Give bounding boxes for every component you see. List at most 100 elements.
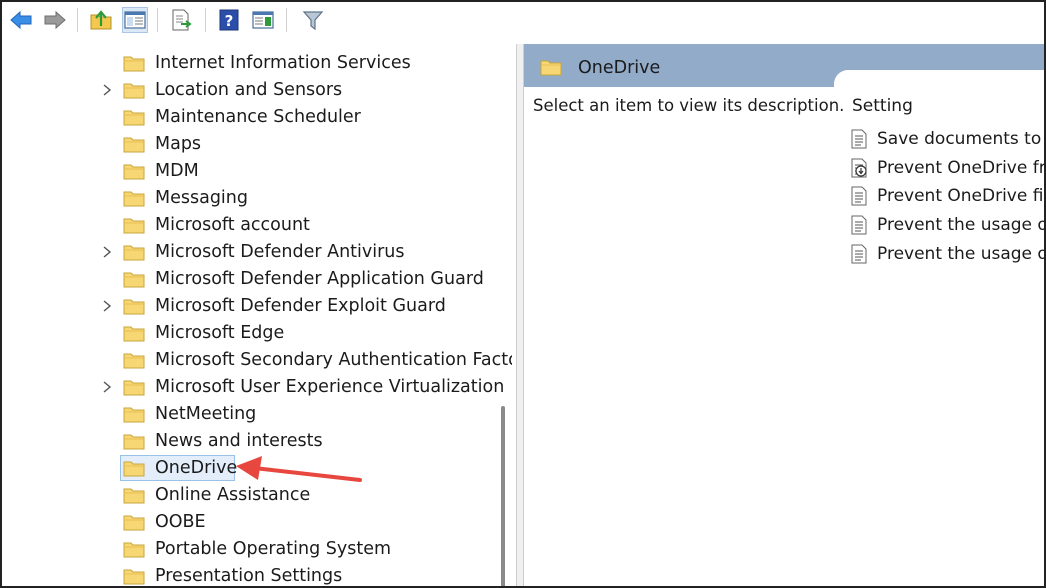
tree-item-label: Location and Sensors: [155, 80, 343, 100]
setting-label: Prevent OneDrive from generating network…: [877, 157, 1046, 178]
setting-row[interactable]: Prevent the usage of OneDrive for file s…: [850, 212, 1044, 238]
details-pane: OneDrive Select an item to view its desc…: [524, 44, 1046, 586]
back-button[interactable]: [8, 7, 34, 33]
setting-row[interactable]: Prevent OneDrive files from syncing over…: [850, 183, 1044, 209]
tree-item[interactable]: MDM: [2, 158, 492, 185]
forward-button[interactable]: [42, 7, 68, 33]
tree-item[interactable]: NetMeeting: [2, 401, 492, 428]
tree-item-label: Microsoft Secondary Authentication Facto…: [155, 350, 512, 370]
export-list-icon: [172, 9, 192, 31]
folder-icon: [123, 164, 145, 180]
help-button[interactable]: ?: [216, 7, 242, 33]
tree-item-label: Microsoft Edge: [155, 323, 285, 343]
tree-item[interactable]: Microsoft Defender Exploit Guard: [2, 293, 492, 320]
tree-item-label: Maintenance Scheduler: [155, 107, 361, 127]
policy-document-icon: [851, 215, 867, 235]
folder-icon: [123, 461, 145, 477]
folder-icon: [123, 407, 145, 423]
tree-item[interactable]: Location and Sensors: [2, 77, 492, 104]
tree-item[interactable]: Messaging: [2, 185, 492, 212]
chevron-right-icon[interactable]: [100, 380, 114, 394]
chevron-right-icon[interactable]: [100, 299, 114, 313]
folder-up-icon: [90, 10, 112, 30]
tree-item[interactable]: Microsoft Defender Application Guard: [2, 266, 492, 293]
folder-icon: [123, 110, 145, 126]
tree-item[interactable]: OOBE: [2, 509, 492, 536]
up-folder-button[interactable]: [88, 7, 114, 33]
header-tab-notch: [834, 70, 1044, 90]
tree-item-label: Microsoft User Experience Virtualization: [155, 377, 505, 397]
chevron-right-icon[interactable]: [100, 83, 114, 97]
tree-item-label: Microsoft Defender Exploit Guard: [155, 296, 446, 316]
tree-item[interactable]: Maintenance Scheduler: [2, 104, 492, 131]
tree-item[interactable]: Internet Information Services: [2, 50, 492, 77]
chevron-right-icon[interactable]: [100, 245, 114, 259]
gpedit-window: ? Internet Information Services Location …: [0, 0, 1046, 588]
tree-item-label: Portable Operating System: [155, 539, 392, 559]
tree-item[interactable]: Microsoft account: [2, 212, 492, 239]
policy-document-icon: [851, 186, 867, 206]
folder-icon: [123, 137, 145, 153]
tree-scrollbar-thumb[interactable]: [501, 406, 505, 586]
setting-row[interactable]: Save documents to OneDrive by default: [850, 126, 1044, 152]
tree-item-label: NetMeeting: [155, 404, 257, 424]
export-list-button[interactable]: [168, 7, 194, 33]
setting-column-header[interactable]: Setting: [852, 95, 913, 117]
tree-item[interactable]: Microsoft Secondary Authentication Facto…: [2, 347, 512, 374]
folder-icon: [123, 191, 145, 207]
folder-icon: [123, 380, 145, 396]
tree-item-label: MDM: [155, 161, 199, 181]
tree-item[interactable]: Presentation Settings: [2, 563, 492, 586]
setting-row[interactable]: Prevent the usage of OneDrive for file s…: [850, 241, 1044, 267]
policy-tree: Internet Information Services Location an…: [2, 44, 512, 586]
folder-icon: [123, 515, 145, 531]
setting-label: Prevent the usage of OneDrive for file s…: [877, 215, 1044, 236]
folder-icon: [123, 542, 145, 558]
tree-item-label: News and interests: [155, 431, 323, 451]
tree-item[interactable]: Portable Operating System: [2, 536, 492, 563]
tree-item-label: Messaging: [155, 188, 248, 208]
setting-label: Save documents to OneDrive by default: [877, 129, 1044, 149]
tree-item-label: Maps: [155, 134, 202, 154]
folder-icon: [123, 488, 145, 504]
show-hide-tree-button[interactable]: [122, 7, 148, 33]
tree-item-label: OOBE: [155, 512, 206, 532]
extended-view-button[interactable]: [250, 7, 276, 33]
tree-item-label: Microsoft Defender Antivirus: [155, 242, 405, 262]
description-text: Select an item to view its description.: [533, 96, 845, 115]
pane-splitter[interactable]: [516, 44, 524, 586]
policy-document-icon: [851, 244, 867, 264]
tree-item[interactable]: Maps: [2, 131, 492, 158]
folder-icon: [123, 272, 145, 288]
tree-item-label: OneDrive: [155, 458, 238, 478]
back-arrow-icon: [10, 10, 32, 30]
tree-item-label: Microsoft Defender Application Guard: [155, 269, 484, 289]
tree-scrollbar[interactable]: [498, 44, 508, 586]
folder-icon: [123, 83, 145, 99]
policy-download-icon: [851, 158, 867, 178]
folder-icon: [123, 218, 145, 234]
tree-item[interactable]: News and interests: [2, 428, 492, 455]
tree-item[interactable]: Microsoft User Experience Virtualization: [2, 374, 504, 401]
setting-row[interactable]: Prevent OneDrive from generating network…: [850, 155, 1046, 181]
folder-icon: [123, 299, 145, 315]
details-header-title: OneDrive: [578, 58, 661, 78]
tree-item-label: Internet Information Services: [155, 53, 411, 73]
folder-icon: [123, 353, 145, 369]
filter-button[interactable]: [300, 7, 326, 33]
setting-label: Prevent OneDrive files from syncing over…: [877, 186, 1044, 207]
help-icon: ?: [219, 9, 239, 31]
console-tree-icon: [124, 11, 146, 29]
folder-icon: [123, 245, 145, 261]
tree-item[interactable]: Microsoft Defender Antivirus: [2, 239, 492, 266]
setting-label: Prevent the usage of OneDrive for file s…: [877, 243, 1044, 264]
forward-arrow-icon: [44, 10, 66, 30]
policy-document-icon: [851, 129, 867, 149]
folder-icon: [123, 434, 145, 450]
filter-icon: [302, 11, 324, 31]
tree-item-label: Microsoft account: [155, 215, 310, 235]
folder-icon: [123, 326, 145, 342]
folder-icon: [123, 56, 145, 72]
tree-item[interactable]: Microsoft Edge: [2, 320, 492, 347]
folder-icon: [540, 60, 562, 76]
